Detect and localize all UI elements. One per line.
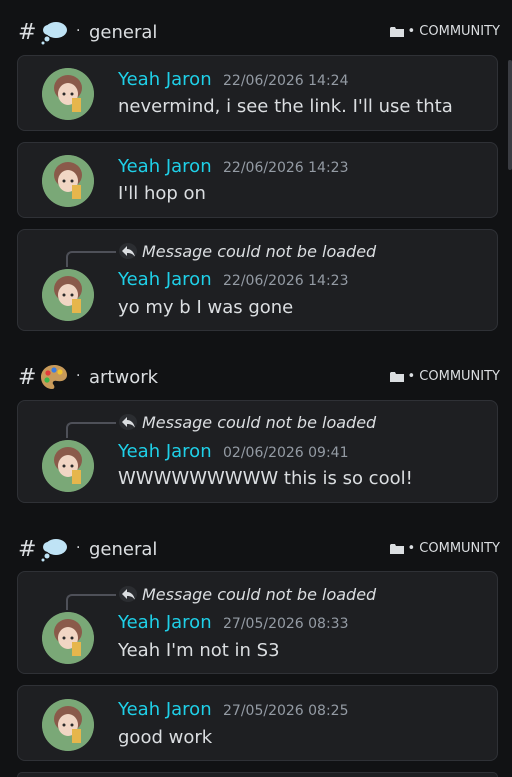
avatar[interactable] bbox=[42, 612, 94, 664]
hash-icon: # bbox=[18, 20, 37, 45]
hash-icon: # bbox=[18, 365, 37, 390]
scrollbar[interactable] bbox=[508, 60, 512, 170]
timestamp: 22/06/2026 14:24 bbox=[223, 73, 349, 89]
message-card[interactable]: Message could not be loaded Yeah Jaron 2… bbox=[17, 229, 498, 331]
separator: · bbox=[76, 540, 81, 556]
folder-icon bbox=[389, 26, 404, 37]
avatar[interactable] bbox=[42, 699, 94, 751]
channel-header-artwork[interactable]: # · artwork • COMMUNITY bbox=[18, 362, 500, 392]
artist-palette-icon bbox=[41, 365, 67, 389]
message-card[interactable]: Message could not be loaded Yeah Jaron 2… bbox=[17, 571, 498, 674]
category-label: • COMMUNITY bbox=[389, 541, 500, 556]
message-content: WWWWWWWWW this is so cool! bbox=[118, 468, 413, 489]
category-label: • COMMUNITY bbox=[389, 369, 500, 384]
author-name[interactable]: Yeah Jaron bbox=[118, 69, 212, 90]
thought-balloon-icon bbox=[41, 22, 67, 45]
hash-icon: # bbox=[18, 537, 37, 562]
author-name[interactable]: Yeah Jaron bbox=[118, 699, 212, 720]
message-card[interactable]: Yeah Jaron 22/06/2026 14:24 nevermind, i… bbox=[17, 55, 498, 131]
timestamp: 27/05/2026 08:25 bbox=[223, 703, 349, 719]
folder-icon bbox=[389, 543, 404, 554]
channel-name: artwork bbox=[89, 367, 159, 388]
category-label: • COMMUNITY bbox=[389, 24, 500, 39]
reply-icon bbox=[119, 243, 137, 259]
reply-preview[interactable]: Message could not be loaded bbox=[142, 413, 376, 432]
search-results: # · general • COMMUNITY Yeah Jaron 22/06… bbox=[0, 0, 512, 777]
message-content: yo my b I was gone bbox=[118, 297, 294, 318]
message-content: I'll hop on bbox=[118, 183, 206, 204]
timestamp: 27/05/2026 08:33 bbox=[223, 616, 349, 632]
message-card[interactable]: Message could not be loaded Yeah Jaron 0… bbox=[17, 400, 498, 503]
avatar[interactable] bbox=[42, 440, 94, 492]
reply-connector bbox=[66, 251, 116, 267]
author-name[interactable]: Yeah Jaron bbox=[118, 441, 212, 462]
thought-balloon-icon bbox=[41, 539, 67, 562]
channel-header-general[interactable]: # · general • COMMUNITY bbox=[18, 534, 500, 564]
avatar[interactable] bbox=[42, 68, 94, 120]
author-name[interactable]: Yeah Jaron bbox=[118, 612, 212, 633]
reply-connector bbox=[66, 594, 116, 610]
reply-connector bbox=[66, 422, 116, 438]
timestamp: 22/06/2026 14:23 bbox=[223, 273, 349, 289]
message-card[interactable]: Yeah Jaron 22/06/2026 14:23 I'll hop on bbox=[17, 142, 498, 218]
channel-name: general bbox=[89, 22, 158, 43]
message-content: Yeah I'm not in S3 bbox=[118, 640, 280, 661]
message-content: good work bbox=[118, 727, 213, 748]
channel-name: general bbox=[89, 539, 158, 560]
separator: · bbox=[76, 23, 81, 39]
channel-header-general[interactable]: # · general • COMMUNITY bbox=[18, 17, 500, 47]
timestamp: 22/06/2026 14:23 bbox=[223, 160, 349, 176]
avatar[interactable] bbox=[42, 155, 94, 207]
reply-icon bbox=[119, 586, 137, 602]
reply-preview[interactable]: Message could not be loaded bbox=[142, 585, 376, 604]
separator: · bbox=[76, 368, 81, 384]
avatar[interactable] bbox=[42, 269, 94, 321]
author-name[interactable]: Yeah Jaron bbox=[118, 269, 212, 290]
reply-icon bbox=[119, 414, 137, 430]
timestamp: 02/06/2026 09:41 bbox=[223, 445, 349, 461]
message-content: nevermind, i see the link. I'll use thta bbox=[118, 96, 453, 117]
folder-icon bbox=[389, 371, 404, 382]
reply-preview[interactable]: Message could not be loaded bbox=[142, 242, 376, 261]
message-card[interactable]: Yeah Jaron 27/05/2026 08:25 good work bbox=[17, 685, 498, 761]
author-name[interactable]: Yeah Jaron bbox=[118, 156, 212, 177]
message-card[interactable] bbox=[17, 772, 498, 777]
